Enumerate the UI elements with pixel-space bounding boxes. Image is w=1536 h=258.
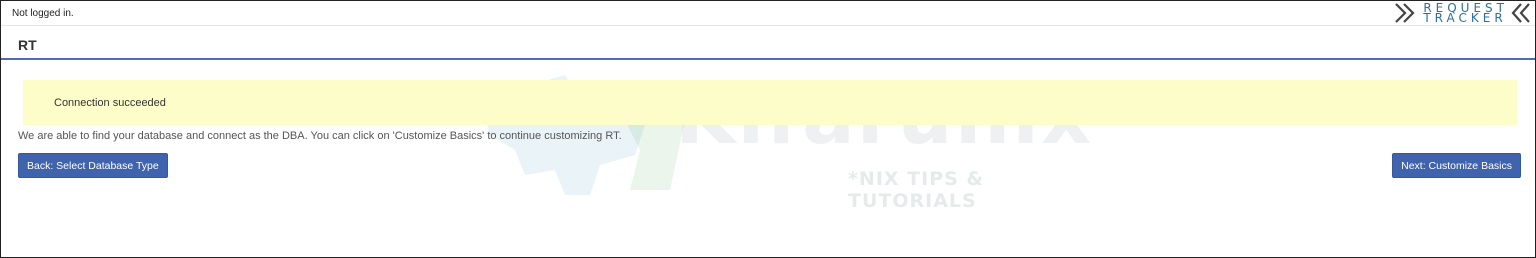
title-bar: RT bbox=[1, 25, 1535, 60]
alert-message: Connection succeeded bbox=[54, 97, 166, 109]
success-alert: Connection succeeded bbox=[23, 80, 1517, 125]
top-bar: Not logged in. REQUEST TRACKER bbox=[1, 1, 1535, 24]
chevron-left-icon bbox=[1511, 2, 1530, 23]
next-button[interactable]: Next: Customize Basics bbox=[1392, 153, 1521, 178]
page-title: RT bbox=[18, 37, 37, 53]
request-tracker-logo[interactable]: REQUEST TRACKER bbox=[1394, 1, 1533, 24]
description-text: We are able to find your database and co… bbox=[18, 130, 622, 142]
logo-words: REQUEST TRACKER bbox=[1423, 2, 1508, 25]
chevron-right-icon bbox=[1395, 2, 1415, 23]
back-button[interactable]: Back: Select Database Type bbox=[18, 153, 168, 178]
login-status: Not logged in. bbox=[12, 8, 74, 19]
logo-line-tracker: TRACKER bbox=[1423, 10, 1507, 25]
